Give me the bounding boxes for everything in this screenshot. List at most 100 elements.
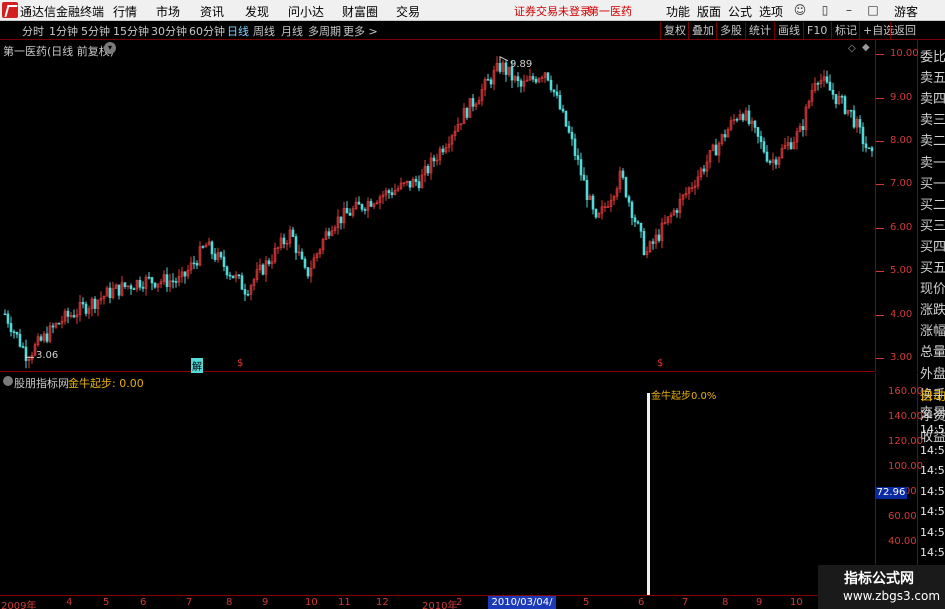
phone-icon[interactable]: ▯ (818, 3, 832, 17)
candle-body (3, 313, 7, 316)
candle-body (141, 286, 145, 289)
candle-body (762, 141, 766, 153)
trade-label[interactable]: 交易 (920, 402, 945, 421)
quote-label: 委比 (920, 50, 945, 65)
menu-news[interactable]: 资讯 (200, 3, 224, 20)
candle-body (504, 62, 508, 75)
date-tick: 7 (682, 597, 689, 608)
period-60min[interactable]: 60分钟 (189, 23, 225, 39)
candle-body (831, 89, 835, 95)
candle-body (240, 275, 244, 290)
low-price-label: 3.06 (36, 350, 59, 361)
candle-body (840, 95, 844, 98)
candle-body (756, 127, 760, 137)
period-monthly[interactable]: 月线 (281, 23, 303, 39)
period-1min[interactable]: 1分钟 (49, 23, 78, 39)
candle-body (15, 331, 19, 335)
candle-body (24, 346, 28, 361)
candle-body (825, 76, 829, 83)
candle-body (291, 229, 295, 237)
skin-icon[interactable]: ☺ (793, 3, 807, 17)
date-tick: 12 (376, 597, 389, 608)
maximize-icon[interactable]: □ (866, 3, 880, 17)
candle-body (747, 110, 751, 124)
candle-body (441, 148, 445, 153)
trade-time: 14:56 (920, 443, 945, 457)
date-tick: 4 (66, 597, 73, 608)
date-tick: 2010年 (422, 601, 458, 609)
menu-ask[interactable]: 问小达 (288, 3, 324, 20)
menu-discover[interactable]: 发现 (245, 3, 269, 20)
candle-body (174, 281, 178, 283)
minimize-icon[interactable]: – (842, 3, 856, 17)
quote-label: 卖三 (920, 113, 945, 129)
candle-body (417, 181, 421, 189)
app-title: 通达信金融终端 (20, 5, 105, 19)
menu-trade[interactable]: 交易 (396, 3, 420, 20)
period-multi[interactable]: 多周期 (308, 23, 341, 39)
guest-label[interactable]: 游客 (894, 3, 918, 20)
candle-body (147, 276, 151, 279)
menu-function[interactable]: 功能 (666, 3, 690, 20)
candle-body (735, 119, 739, 121)
period-15min[interactable]: 15分钟 (113, 23, 149, 39)
date-tick: 7 (186, 597, 193, 608)
indicator-chart[interactable]: 股朋指标网 金牛起步: 0.00 金牛起步0.0% (0, 373, 875, 595)
stats-button[interactable]: 统计 (745, 22, 774, 39)
menu-quotes[interactable]: 行情 (113, 3, 137, 20)
price-tick: 4.00 (875, 309, 913, 320)
back-button[interactable]: 返回 (890, 22, 919, 39)
period-30min[interactable]: 30分钟 (151, 23, 187, 39)
f10-button[interactable]: F10 (803, 22, 830, 39)
menu-wealth[interactable]: 财富圈 (342, 3, 378, 20)
candlestick-series (3, 56, 874, 369)
menu-market[interactable]: 市场 (156, 3, 180, 20)
candle-body (108, 287, 112, 298)
adjust-button[interactable]: 复权 (660, 22, 689, 39)
overlay-button[interactable]: 叠加 (688, 22, 717, 39)
menu-layout[interactable]: 版面 (697, 3, 721, 20)
dividend-marker-2[interactable]: $ (657, 358, 663, 369)
candle-body (267, 260, 271, 265)
candle-body (546, 72, 550, 81)
candle-body (432, 157, 436, 162)
menu-formula[interactable]: 公式 (728, 3, 752, 20)
dividend-marker-1[interactable]: $ (237, 358, 243, 369)
candle-body (579, 159, 583, 176)
candle-body (702, 168, 706, 172)
login-warning[interactable]: 证券交易未登录 (514, 3, 591, 19)
candlestick-chart[interactable]: 第一医药(日线 前复权) ▾ ◇ ◆ 9.89 3.06 解 $ $ (0, 40, 875, 373)
candle-body (867, 147, 871, 150)
candle-body (516, 76, 520, 82)
quote-label: 买五 (920, 261, 945, 276)
candle-body (714, 144, 718, 156)
quote-panel: 委比 卖五 卖四 卖三 卖二 卖一 买一 买二 买三 买四 买五 现价 涨跌 涨幅 总量 外盘 换手 净资 收益 自动… (918, 40, 945, 600)
period-daily[interactable]: 日线 (227, 23, 249, 39)
date-cursor-label: 2010/03/04/四 (488, 596, 556, 609)
candle-body (129, 285, 133, 289)
candle-body (231, 275, 235, 279)
draw-button[interactable]: 画线 (774, 22, 803, 39)
indicator-series (647, 393, 650, 595)
multi-stock-button[interactable]: 多股 (716, 22, 745, 39)
quote-label: 外盘 (920, 366, 945, 382)
signal-label: 金牛起步0.0% (651, 391, 717, 402)
period-tick[interactable]: 分时 (22, 23, 44, 39)
high-price-label: 9.89 (510, 59, 533, 70)
mark-button[interactable]: 标记 (831, 22, 860, 39)
candle-body (66, 310, 70, 317)
candle-body (552, 89, 556, 93)
candle-body (282, 237, 286, 245)
period-weekly[interactable]: 周线 (253, 23, 275, 39)
quote-label: 买四 (920, 239, 945, 255)
period-5min[interactable]: 5分钟 (81, 23, 110, 39)
price-tick: 10.00 (876, 48, 919, 59)
app-logo-icon (2, 2, 18, 18)
trade-time: 14:56 (920, 525, 945, 539)
price-tick: 8.00 (875, 135, 913, 146)
candle-body (123, 282, 127, 288)
unlock-marker[interactable]: 解 (191, 358, 203, 373)
candle-body (570, 131, 574, 140)
period-more[interactable]: 更多 > (343, 23, 378, 39)
menu-options[interactable]: 选项 (759, 3, 783, 20)
